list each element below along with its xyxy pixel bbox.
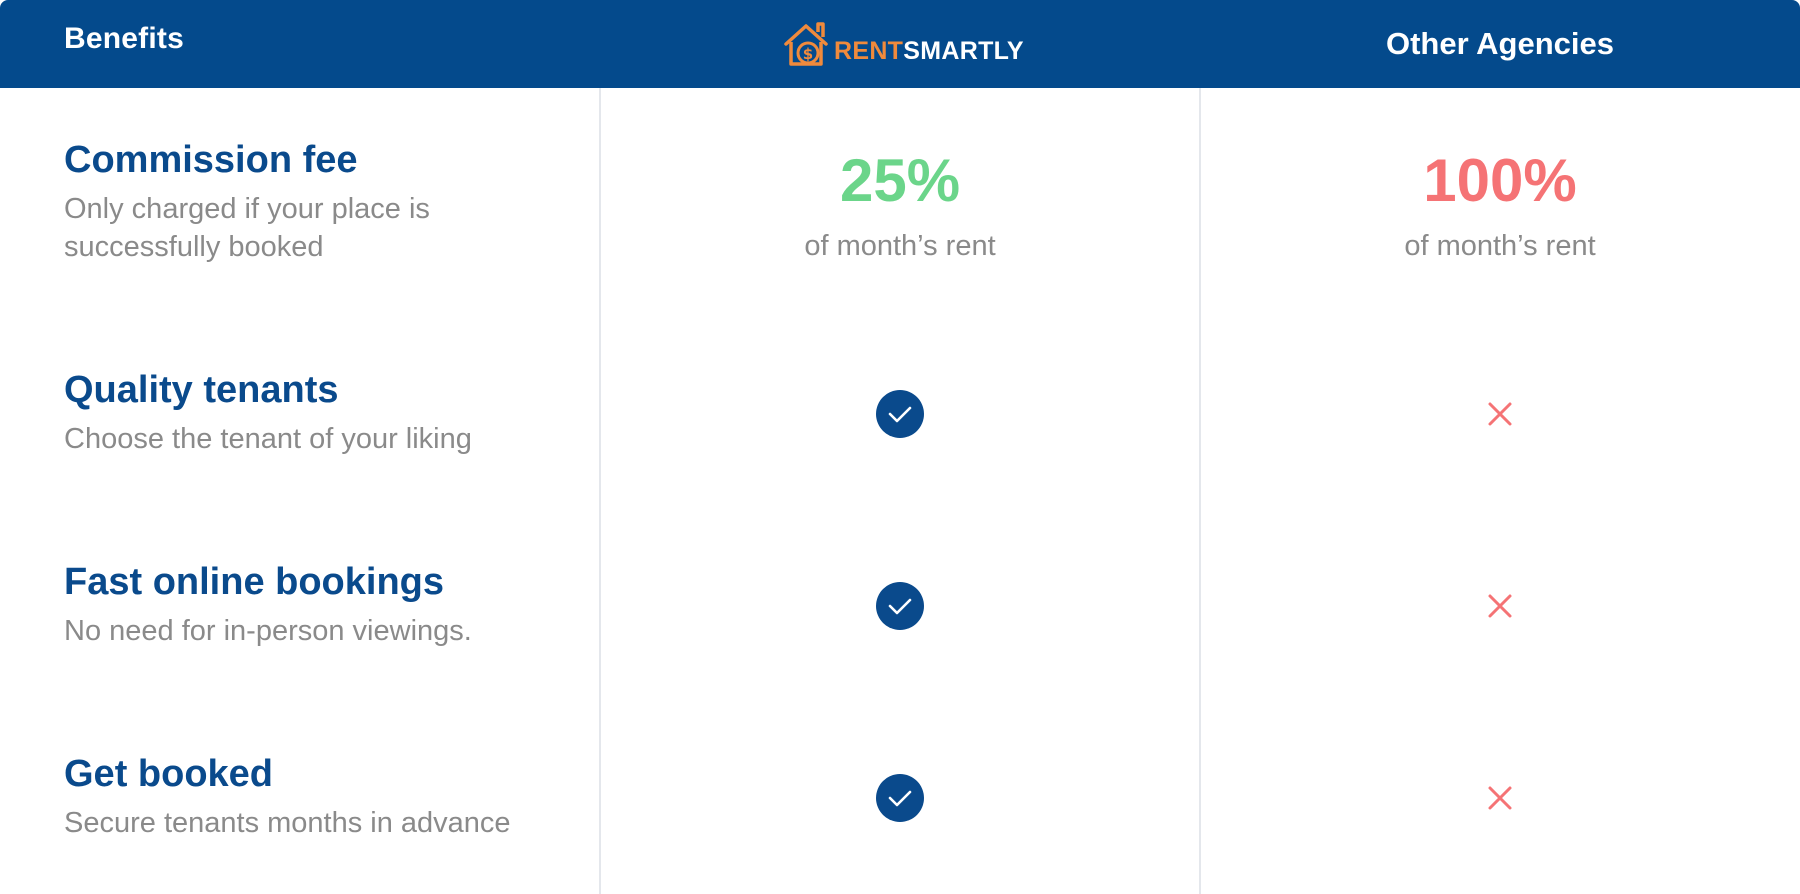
benefit-description: Only charged if your place is successful… <box>64 190 584 266</box>
benefit-title: Get booked <box>64 753 274 795</box>
benefit-quality-tenants: Quality tenants Choose the tenant of you… <box>64 368 584 458</box>
cross-icon <box>1476 774 1524 822</box>
rentsmartly-commission: 25% of month’s rent <box>600 148 1200 264</box>
benefit-description: No need for in-person viewings. <box>64 615 472 647</box>
check-circle-icon <box>876 582 924 630</box>
cross-icon <box>1476 390 1524 438</box>
rentsmartly-logo: $ RENTSMARTLY <box>782 18 1024 70</box>
benefit-title: Commission fee <box>64 139 358 181</box>
benefit-commission-fee: Commission fee Only charged if your plac… <box>64 138 584 266</box>
benefit-description-line: Only charged if your place is <box>64 193 430 225</box>
logo-wordmark: RENTSMARTLY <box>834 37 1024 66</box>
svg-text:$: $ <box>803 45 813 63</box>
logo-rent-text: RENT <box>834 36 904 65</box>
benefit-fast-online-bookings: Fast online bookings No need for in-pers… <box>64 560 584 650</box>
benefit-title: Quality tenants <box>64 369 339 411</box>
cross-icon <box>1476 582 1524 630</box>
rentsmartly-commission-value: 25% <box>839 147 961 214</box>
logo-smartly-text: SMARTLY <box>903 36 1024 65</box>
other-commission-value: 100% <box>1423 147 1577 214</box>
table-header: Benefits $ RENTSMARTLY Other Agencies <box>0 0 1800 88</box>
benefit-description: Choose the tenant of your liking <box>64 423 472 455</box>
benefit-get-booked: Get booked Secure tenants months in adva… <box>64 752 584 842</box>
other-commission: 100% of month’s rent <box>1200 148 1800 264</box>
benefit-description: Secure tenants months in advance <box>64 807 511 839</box>
house-dollar-icon: $ <box>782 18 832 70</box>
rentsmartly-commission-unit: of month’s rent <box>804 230 996 262</box>
check-circle-icon <box>876 774 924 822</box>
benefits-column-header: Benefits <box>64 22 184 55</box>
check-circle-icon <box>876 390 924 438</box>
other-commission-unit: of month’s rent <box>1404 230 1596 262</box>
comparison-table: Benefits $ RENTSMARTLY Other Agencies Co… <box>0 0 1800 894</box>
other-agencies-column-header: Other Agencies <box>1386 26 1614 61</box>
benefit-description-line: successfully booked <box>64 231 324 263</box>
benefit-title: Fast online bookings <box>64 561 445 603</box>
